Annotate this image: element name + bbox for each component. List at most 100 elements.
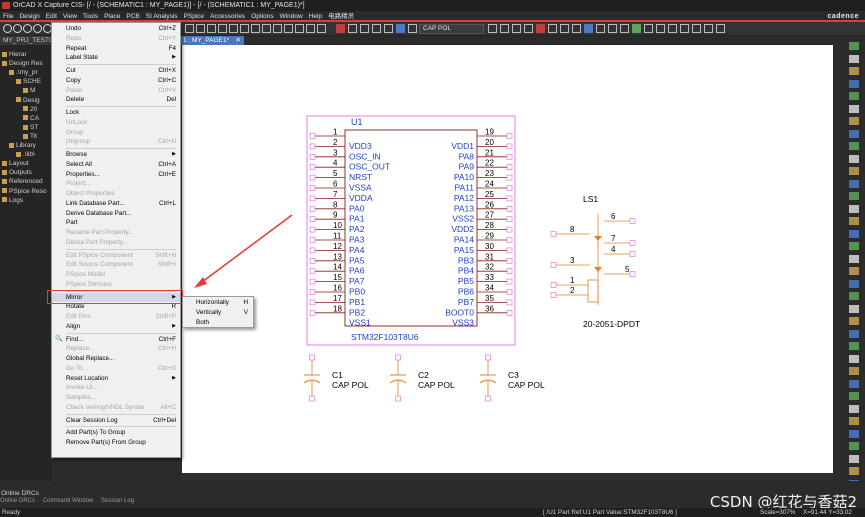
tree-item[interactable]: Logs <box>2 197 23 204</box>
toolbar-tool-icon[interactable] <box>196 24 205 33</box>
toolbar-tool-icon[interactable] <box>608 24 617 33</box>
tree-item[interactable]: Hierar <box>2 51 27 58</box>
tab-page[interactable]: 1 : MY_PAGE1* ✕ <box>180 36 244 45</box>
tree-item[interactable]: ST <box>23 124 38 131</box>
toolbar-tool-icon[interactable] <box>336 24 345 33</box>
palette-tool-icon[interactable] <box>849 179 859 188</box>
menu-item-global-replace[interactable]: Global Replace... <box>52 354 180 363</box>
menu-item-redo[interactable]: Redo Ctrl+Y <box>52 34 180 43</box>
toolbar-tool-icon[interactable] <box>644 24 653 33</box>
u1-pin-handle[interactable] <box>309 268 316 274</box>
tab-project[interactable]: MY_PRJ_TEST02* <box>0 36 59 45</box>
ls1-pin-handle[interactable] <box>629 218 636 224</box>
menu-item-properties[interactable]: Properties... Ctrl+E <box>52 170 180 179</box>
ls1-pin-handle[interactable] <box>550 262 557 268</box>
u1-pin-handle[interactable] <box>309 164 316 170</box>
palette-tool-icon[interactable] <box>849 67 859 75</box>
menu-item-unlock[interactable]: UnLock <box>52 118 180 127</box>
menu-item-add-part-s-to-group[interactable]: Add Part(s) To Group <box>52 428 180 437</box>
tree-item[interactable]: PSpice Reso <box>2 188 47 195</box>
toolbar-tool-icon[interactable] <box>584 24 593 33</box>
toolbar-tool-icon[interactable] <box>185 24 194 33</box>
toolbar-tool-icon[interactable] <box>488 24 497 33</box>
palette-tool-icon[interactable] <box>849 129 859 138</box>
tree-item[interactable]: CA <box>23 115 39 122</box>
tree-item[interactable]: .\lib\ <box>16 151 35 158</box>
u1-pin-handle[interactable] <box>506 174 513 181</box>
palette-tool-icon[interactable] <box>849 254 859 263</box>
ls1-pin-handle[interactable] <box>550 282 557 288</box>
toolbar-tool-icon[interactable] <box>704 24 713 33</box>
ls1-pin-handle[interactable] <box>629 251 636 257</box>
toolbar-tool-icon[interactable] <box>306 24 315 33</box>
toolbar-tool-icon[interactable] <box>560 24 569 33</box>
ls1-pin-handle[interactable] <box>629 240 636 246</box>
menu-item-check-verilog-vhdl-syntax[interactable]: Check Verilog/VHDL Syntax Alt+C <box>52 403 180 412</box>
u1-pin-handle[interactable] <box>309 309 316 316</box>
menu-item-group[interactable]: Group <box>52 128 180 137</box>
u1-pin-handle[interactable] <box>309 226 316 233</box>
palette-tool-icon[interactable] <box>849 92 859 100</box>
cap-pin-handle[interactable] <box>309 354 315 361</box>
toolbar-tool-icon[interactable] <box>656 24 665 33</box>
menu-item-edit-pins[interactable]: Edit Pins Shift+P <box>52 312 180 321</box>
u1-pin-handle[interactable] <box>506 206 513 212</box>
u1-pin-handle[interactable] <box>506 268 513 274</box>
cap-pin-handle[interactable] <box>395 395 401 402</box>
menu-item-reset-location[interactable]: Reset Location ▶ <box>52 374 180 383</box>
u1-pin-handle[interactable] <box>506 216 513 222</box>
menu-item-derive-database-part[interactable]: Derive Database Part... <box>52 209 180 218</box>
toolbar-tool-icon[interactable] <box>229 24 238 33</box>
toolbar-tool-icon[interactable] <box>632 24 641 33</box>
u1-pin-handle[interactable] <box>506 133 513 139</box>
palette-tool-icon[interactable] <box>849 117 859 125</box>
u1-pin-handle[interactable] <box>506 289 513 295</box>
tab-online-drcs[interactable]: Online DRCs <box>0 498 35 504</box>
u1-pin-handle[interactable] <box>506 299 513 306</box>
menu-item-ungroup[interactable]: Ungroup Ctrl+U <box>52 137 180 146</box>
u1-pin-handle[interactable] <box>309 289 316 295</box>
tree-item[interactable]: Layout <box>2 160 29 167</box>
cap-pin-handle[interactable] <box>485 354 491 361</box>
submenu-item-both[interactable]: Both <box>183 318 253 327</box>
submenu-item-horizontally[interactable]: Horizontally H <box>183 298 253 307</box>
toolbar-tool-icon[interactable] <box>692 24 701 33</box>
toolbar-tool-icon[interactable] <box>500 24 509 33</box>
menu-item-browse[interactable]: Browse ▶ <box>52 150 180 159</box>
u1-pin-handle[interactable] <box>309 154 316 160</box>
toolbar-tool-icon[interactable] <box>680 24 689 33</box>
palette-tool-icon[interactable] <box>849 404 859 413</box>
u1-pin-handle[interactable] <box>506 247 513 254</box>
palette-tool-icon[interactable] <box>849 79 859 88</box>
toolbar-tool-icon[interactable] <box>317 24 326 33</box>
palette-tool-icon[interactable] <box>849 204 859 213</box>
palette-tool-icon[interactable] <box>849 354 859 363</box>
menu-item-repeat[interactable]: Repeat F4 <box>52 44 180 53</box>
menu-item-clear-session-log[interactable]: Clear Session Log Ctrl+Del <box>52 416 180 425</box>
palette-tool-icon[interactable] <box>849 217 859 225</box>
palette-tool-icon[interactable] <box>849 329 859 338</box>
toolbar-tool-icon[interactable] <box>396 24 405 33</box>
u1-pin-handle[interactable] <box>506 258 513 264</box>
menu-item-remove-part-s-from-group[interactable]: Remove Part(s) From Group <box>52 438 180 447</box>
menu-item-align[interactable]: Align ▶ <box>52 322 180 331</box>
menu-item-rename-part-property[interactable]: Rename Part Property... <box>52 228 180 237</box>
u1-pin-handle[interactable] <box>506 185 513 191</box>
palette-tool-icon[interactable] <box>849 142 859 150</box>
palette-tool-icon[interactable] <box>849 367 859 375</box>
tree-item[interactable]: Library <box>9 142 36 149</box>
menu-item-cut[interactable]: Cut Ctrl+X <box>52 66 180 75</box>
menu-item-object-properties[interactable]: Object Properties <box>52 189 180 198</box>
cap-pin-handle[interactable] <box>309 395 315 402</box>
tab-session-log[interactable]: Session Log <box>101 498 134 504</box>
palette-tool-icon[interactable] <box>849 392 859 400</box>
menu-item-delete[interactable]: Delete Del <box>52 95 180 104</box>
menu-item-link-database-part[interactable]: Link Database Part... Ctrl+L <box>52 199 180 208</box>
palette-tool-icon[interactable] <box>849 379 859 388</box>
u1-pin-handle[interactable] <box>309 174 316 181</box>
tree-item[interactable]: .\my_pr <box>9 69 38 76</box>
u1-pin-handle[interactable] <box>506 164 513 170</box>
u1-pin-handle[interactable] <box>309 185 316 191</box>
horizontal-scrollbar[interactable] <box>182 473 833 481</box>
toolbar-tool-icon[interactable] <box>3 24 12 33</box>
